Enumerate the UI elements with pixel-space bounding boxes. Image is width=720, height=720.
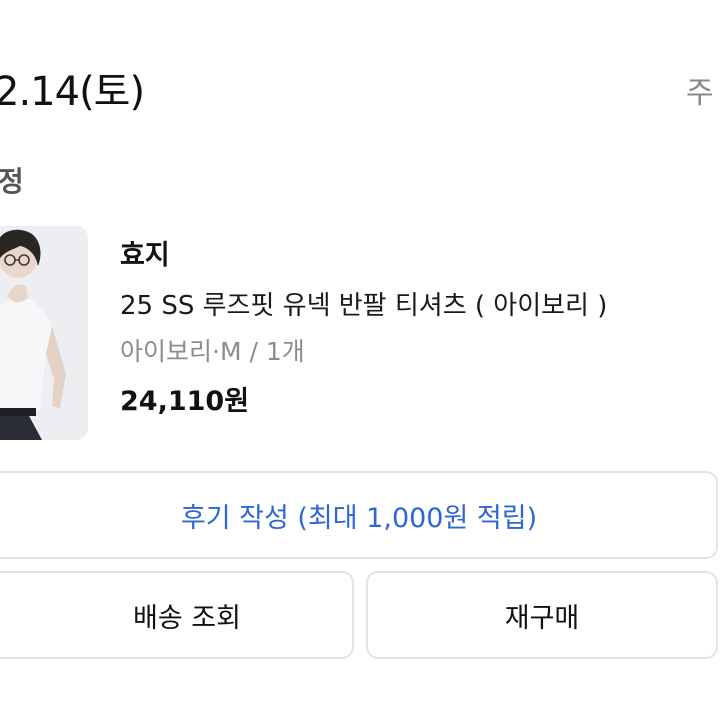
product-photo-image xyxy=(0,226,88,440)
order-date: 2.14(토) xyxy=(0,69,145,115)
track-delivery-button[interactable]: 배송 조회 xyxy=(0,571,354,659)
product-thumbnail[interactable] xyxy=(0,226,88,440)
order-history-page: 2.14(토) 주 정 효지 25 SS 루즈핏 유넥 반팔 티셔츠 ( 아이보… xyxy=(0,0,720,720)
rebuy-button[interactable]: 재구매 xyxy=(366,571,718,659)
product-info: 효지 25 SS 루즈핏 유넥 반팔 티셔츠 ( 아이보리 ) 아이보리·M /… xyxy=(120,236,607,422)
rebuy-label: 재구매 xyxy=(504,602,580,634)
track-delivery-label: 배송 조회 xyxy=(133,602,241,634)
brand-name[interactable]: 효지 xyxy=(120,236,607,276)
order-detail-link[interactable]: 주 xyxy=(686,74,714,114)
product-option: 아이보리·M / 1개 xyxy=(120,337,305,366)
write-review-button[interactable]: 후기 작성 (최대 1,000원 적립) xyxy=(0,471,718,559)
write-review-label: 후기 작성 (최대 1,000원 적립) xyxy=(180,502,538,534)
product-price: 24,110원 xyxy=(120,386,250,417)
product-name[interactable]: 25 SS 루즈핏 유넥 반팔 티셔츠 ( 아이보리 ) xyxy=(120,286,607,326)
order-status: 정 xyxy=(0,165,24,198)
